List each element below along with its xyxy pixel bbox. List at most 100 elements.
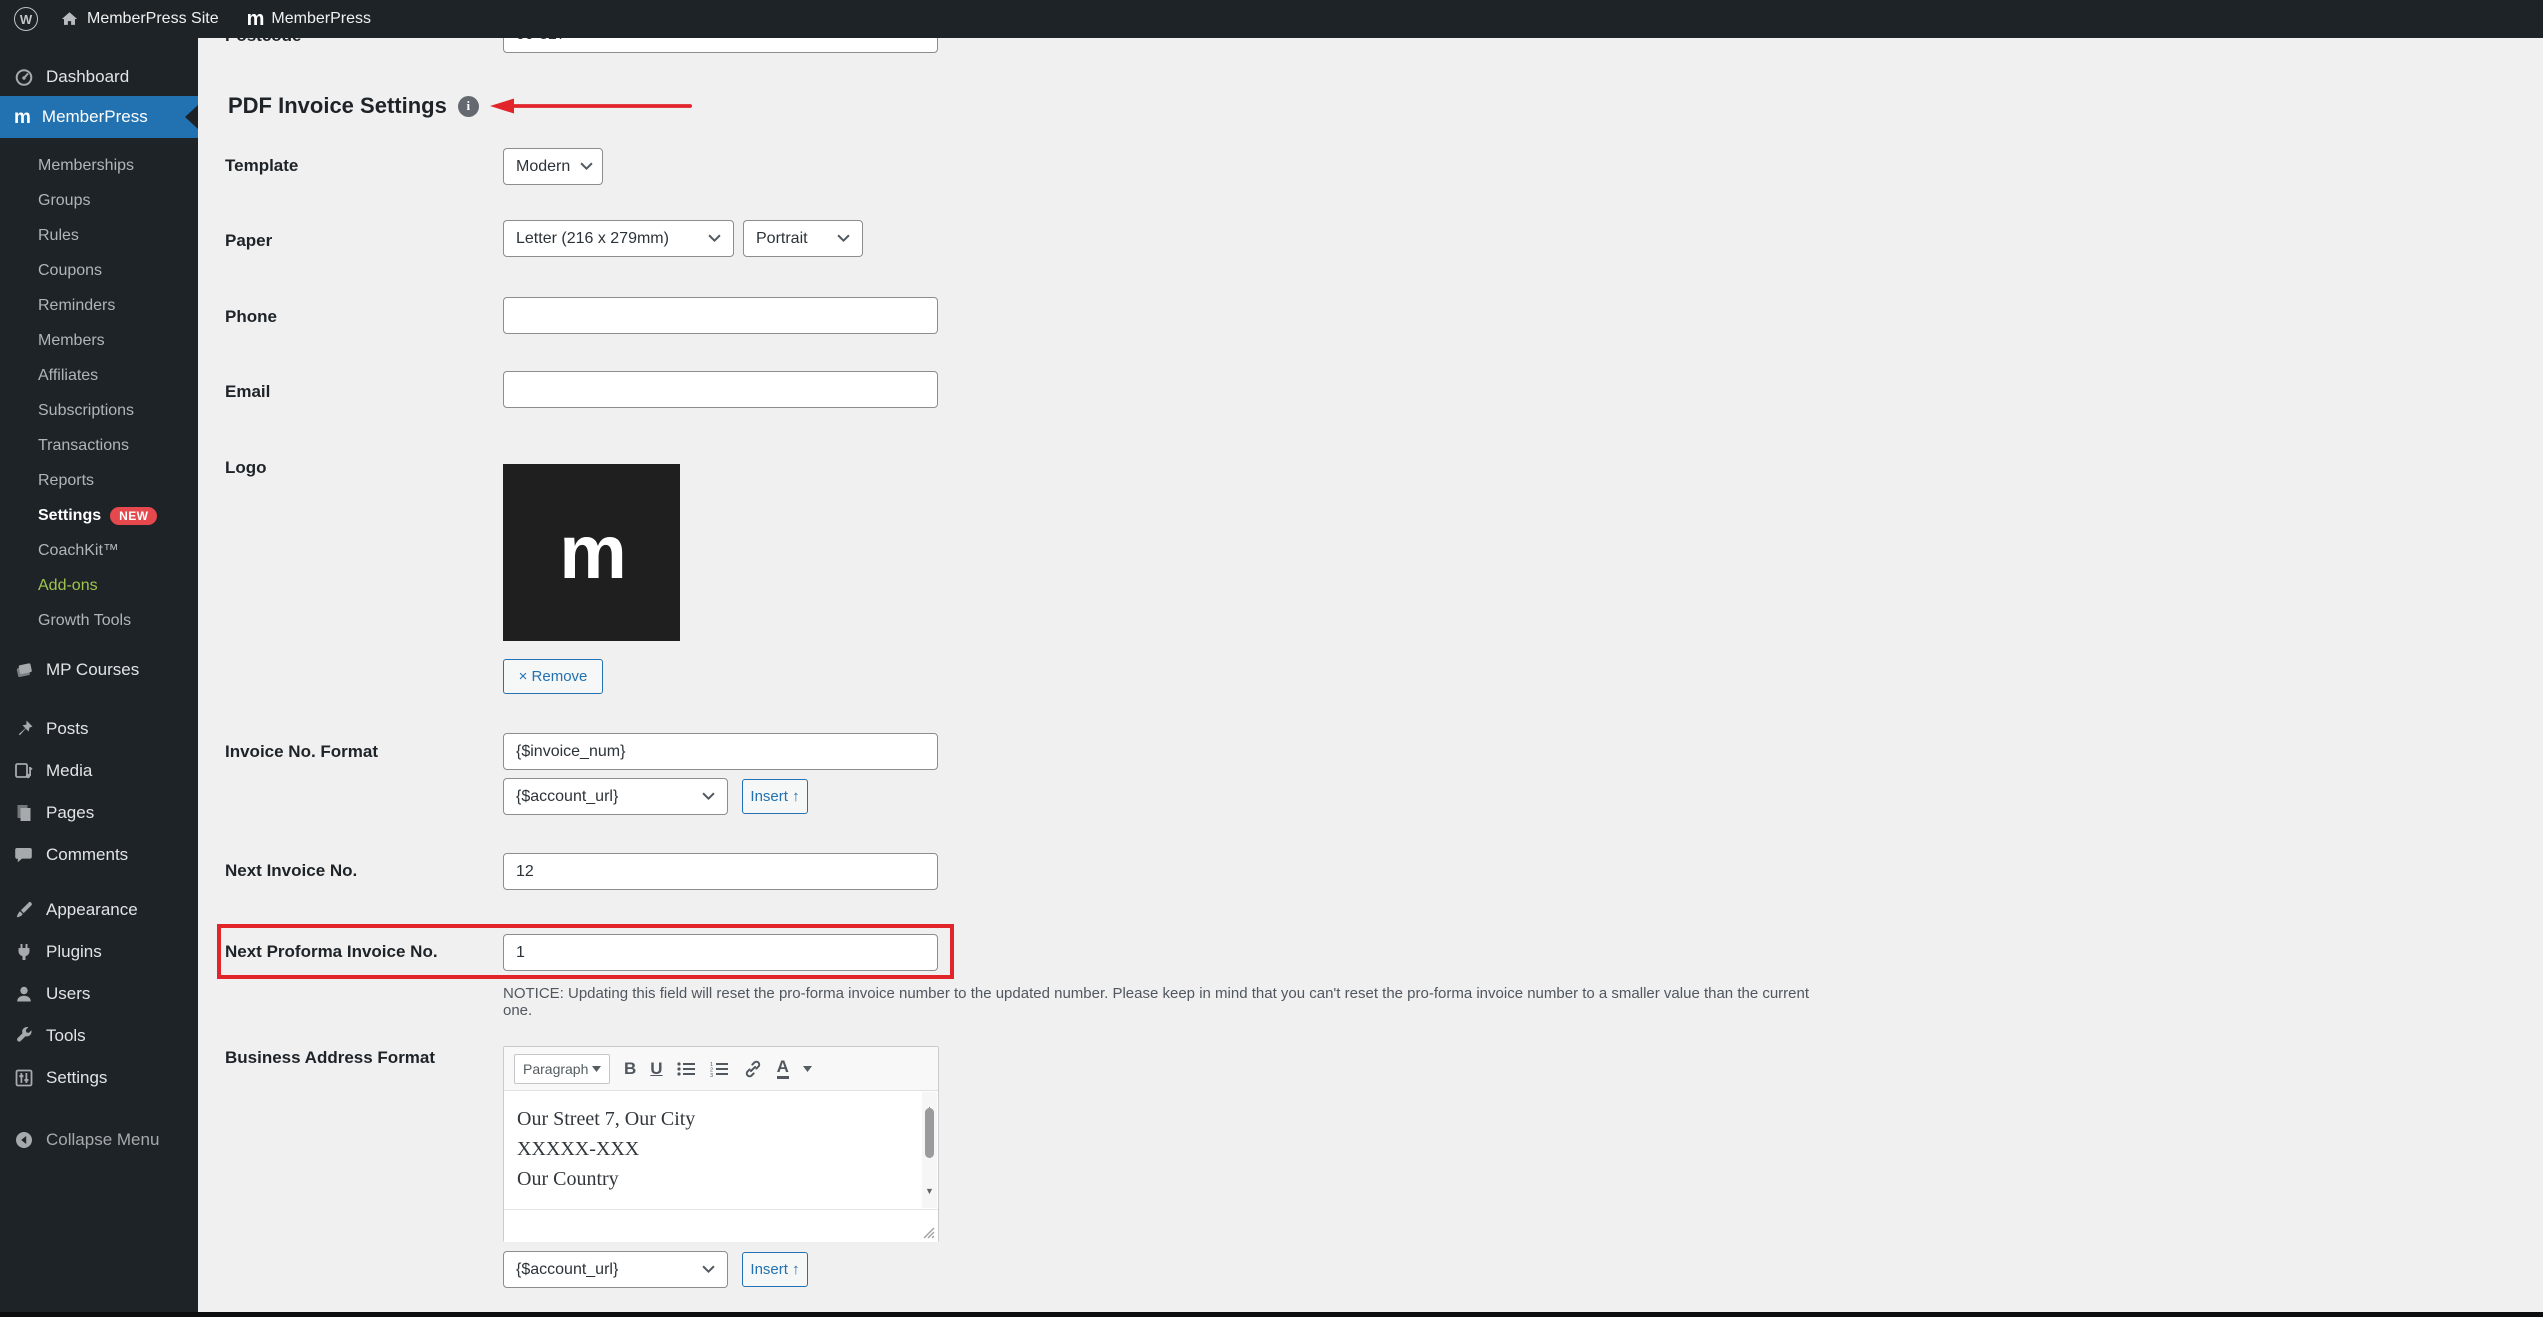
phone-label: Phone: [225, 307, 277, 326]
text-color-button[interactable]: A: [776, 1058, 789, 1079]
sidebar-item-coupons[interactable]: Coupons: [0, 253, 198, 288]
sidebar-item-reminders[interactable]: Reminders: [0, 288, 198, 323]
annotation-arrow: [489, 98, 692, 114]
scroll-down-icon[interactable]: ▼: [922, 1176, 937, 1206]
page-title: PDF Invoice Settings: [228, 93, 447, 118]
bold-button[interactable]: B: [624, 1059, 636, 1079]
memberpress-logo-image: m: [559, 509, 627, 595]
sidebar-item-rules[interactable]: Rules: [0, 218, 198, 253]
paragraph-format-select[interactable]: Paragraph: [514, 1053, 610, 1084]
bullet-list-icon[interactable]: [676, 1061, 696, 1077]
template-select[interactable]: Modern: [503, 148, 603, 185]
sidebar-item-growth-tools[interactable]: Growth Tools: [0, 603, 198, 638]
memberpress-admin-link[interactable]: m MemberPress: [247, 9, 371, 29]
main-content: Postcode PDF Invoice Settings i Template…: [198, 0, 2543, 1312]
paper-label: Paper: [225, 231, 273, 250]
new-badge: NEW: [110, 506, 158, 525]
wrench-icon: [17, 1027, 32, 1042]
logo-label: Logo: [225, 458, 267, 477]
business-address-label: Business Address Format: [225, 1048, 436, 1067]
numbered-list-icon[interactable]: 123: [710, 1061, 729, 1077]
sidebar-item-members[interactable]: Members: [0, 323, 198, 358]
info-icon[interactable]: i: [457, 95, 479, 117]
sidebar-item-mp-courses[interactable]: MP Courses: [0, 650, 198, 690]
remove-logo-button[interactable]: × Remove: [503, 659, 603, 694]
chevron-down-icon: [708, 234, 721, 243]
resize-grip-icon[interactable]: [923, 1227, 935, 1239]
proforma-notice-text: NOTICE: Updating this field will reset t…: [503, 985, 1810, 1019]
sidebar-item-addons[interactable]: Add-ons: [0, 568, 198, 603]
plug-icon: [18, 944, 30, 960]
address-line: Our Street 7, Our City: [517, 1108, 696, 1130]
sidebar-item-media[interactable]: Media: [0, 750, 198, 792]
address-line: Our Country: [517, 1168, 619, 1190]
phone-input[interactable]: [503, 297, 938, 334]
address-line: XXXXX-XXX: [517, 1138, 640, 1160]
memberpress-submenu: Memberships Groups Rules Coupons Reminde…: [0, 138, 198, 650]
editor-scrollbar[interactable]: ▲ ▼: [922, 1092, 937, 1208]
chevron-down-icon: [702, 792, 715, 801]
mp-courses-icon: [16, 663, 32, 678]
link-icon[interactable]: [743, 1059, 763, 1079]
pages-icon: [17, 805, 31, 821]
dashboard-gauge-icon: [15, 69, 33, 86]
wordpress-logo-icon: W: [14, 7, 38, 31]
sidebar-item-plugins[interactable]: Plugins: [0, 931, 198, 973]
sidebar-item-settings-current[interactable]: Settings NEW: [0, 498, 198, 533]
svg-text:3: 3: [710, 1073, 713, 1077]
invoice-format-label: Invoice No. Format: [225, 742, 379, 761]
sidebar-item-coachkit[interactable]: CoachKit™: [0, 533, 198, 568]
sidebar-item-dashboard[interactable]: Dashboard: [0, 58, 198, 96]
sidebar-item-settings-wp[interactable]: Settings: [0, 1057, 198, 1099]
admin-sidebar: Dashboard m MemberPress Memberships Grou…: [0, 0, 198, 1312]
memberpress-m-icon: m: [14, 106, 31, 128]
insert-param-button[interactable]: Insert ↑: [742, 779, 808, 814]
editor-toolbar: Paragraph B U 123 A: [504, 1047, 938, 1091]
sidebar-item-subscriptions[interactable]: Subscriptions: [0, 393, 198, 428]
insert-address-param-button[interactable]: Insert ↑: [742, 1252, 808, 1287]
sidebar-item-pages[interactable]: Pages: [0, 792, 198, 834]
sidebar-item-appearance[interactable]: Appearance: [0, 889, 198, 931]
sidebar-item-transactions[interactable]: Transactions: [0, 428, 198, 463]
chevron-down-icon: [702, 1265, 715, 1274]
scrollbar-thumb[interactable]: [925, 1108, 934, 1158]
collapse-menu-button[interactable]: Collapse Menu: [0, 1119, 198, 1161]
active-menu-arrow: [185, 105, 198, 129]
collapse-circle-icon: [16, 1132, 32, 1148]
media-icon: [15, 763, 33, 779]
site-link[interactable]: MemberPress Site: [60, 10, 219, 28]
underline-button[interactable]: U: [650, 1059, 662, 1079]
chevron-down-icon: [580, 162, 593, 171]
user-icon: [17, 986, 31, 1002]
sidebar-item-groups[interactable]: Groups: [0, 183, 198, 218]
memberpress-logo-icon: m: [246, 8, 265, 30]
logo-preview: m: [503, 464, 680, 641]
paintbrush-icon: [16, 901, 32, 918]
email-input[interactable]: [503, 371, 938, 408]
sidebar-item-posts[interactable]: Posts: [0, 708, 198, 750]
next-proforma-input[interactable]: [503, 934, 938, 971]
paper-orientation-select[interactable]: Portrait: [743, 220, 863, 257]
text-color-caret-icon[interactable]: [802, 1065, 812, 1072]
invoice-format-input[interactable]: [503, 733, 938, 770]
invoice-param-select[interactable]: {$account_url}: [503, 778, 728, 815]
sidebar-item-comments[interactable]: Comments: [0, 834, 198, 876]
home-icon: [61, 12, 78, 25]
sidebar-item-memberships[interactable]: Memberships: [0, 148, 198, 183]
email-label: Email: [225, 382, 271, 401]
sidebar-item-affiliates[interactable]: Affiliates: [0, 358, 198, 393]
next-proforma-label: Next Proforma Invoice No.: [225, 942, 438, 961]
sidebar-item-tools[interactable]: Tools: [0, 1015, 198, 1057]
sidebar-item-memberpress[interactable]: m MemberPress: [0, 96, 198, 138]
settings-sliders-icon: [15, 1069, 33, 1087]
editor-content[interactable]: Our Street 7, Our City XXXXX-XXX Our Cou…: [504, 1091, 938, 1209]
editor-statusbar: [504, 1209, 938, 1242]
wordpress-menu[interactable]: W: [14, 7, 38, 31]
admin-top-bar: W MemberPress Site m MemberPress: [0, 0, 2543, 38]
sidebar-item-reports[interactable]: Reports: [0, 463, 198, 498]
paper-size-select[interactable]: Letter (216 x 279mm): [503, 220, 734, 257]
next-invoice-input[interactable]: [503, 853, 938, 890]
comment-bubble-icon: [15, 848, 32, 863]
address-param-select[interactable]: {$account_url}: [503, 1251, 728, 1288]
sidebar-item-users[interactable]: Users: [0, 973, 198, 1015]
